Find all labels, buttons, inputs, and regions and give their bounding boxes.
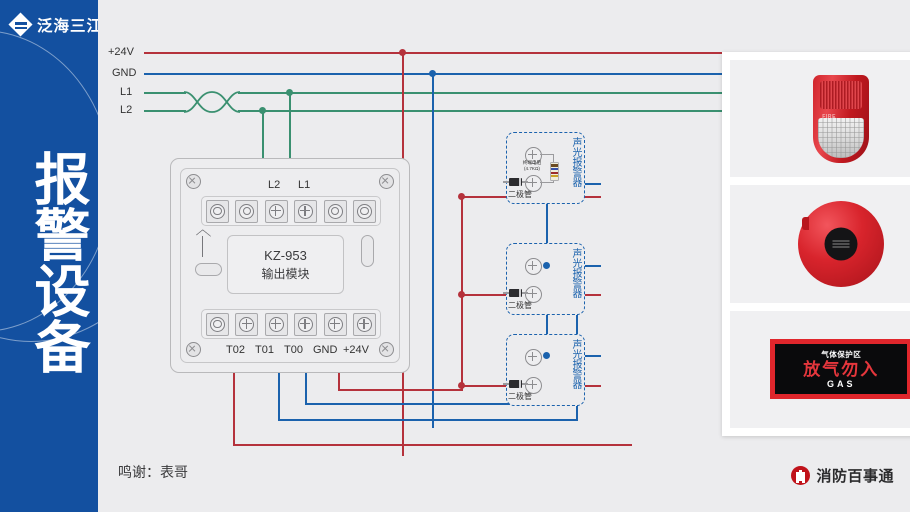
terminal-top-5[interactable] (323, 199, 347, 223)
diode-label-1: 二极管 (508, 190, 532, 199)
device-card-strobe[interactable]: FIRE 非编码声光 (730, 60, 910, 178)
junction-dot-l1 (286, 89, 293, 96)
module-wire-t02 (233, 373, 235, 446)
terminal-label-24v: +24V (343, 344, 369, 356)
gas-sign-image: 气体保护区 放气勿入 GAS (730, 311, 910, 428)
terminal-label-l1: L1 (298, 179, 311, 191)
eol-resistor (550, 162, 559, 181)
sounder-terminal-2a[interactable] (525, 258, 542, 275)
sounder-device-3[interactable]: 声光报警器 二极管 (503, 334, 585, 406)
sounder-device-2[interactable]: 声光报警器 二极管 (503, 243, 585, 315)
orientation-arrow-icon (195, 229, 212, 257)
gas-sign-line3: GAS (826, 379, 856, 390)
junction-dot-l2 (259, 107, 266, 114)
terminal-label-t01: T01 (255, 344, 274, 356)
bus-label-l2: L2 (120, 104, 133, 116)
top-terminal-strip[interactable] (201, 196, 381, 226)
terminal-bottom-t01[interactable] (264, 312, 288, 336)
diode-symbol-3 (503, 380, 528, 388)
page-title: 报警设备 (26, 150, 88, 374)
strobe-sounder-image: FIRE (730, 60, 910, 177)
junction-dot-blue-2 (543, 262, 550, 269)
terminal-label-gnd: GND (313, 344, 338, 356)
terminal-top-l1[interactable] (294, 199, 318, 223)
terminal-bottom-gnd[interactable] (323, 312, 347, 336)
resistor-lead-bottom (540, 182, 554, 184)
module-wire-t01-h (278, 419, 578, 421)
device-card-bell[interactable]: 警铃 (730, 185, 910, 303)
junction-dot-blue-3 (543, 352, 550, 359)
module-screw-br (379, 342, 394, 357)
bottom-terminal-strip[interactable] (201, 309, 381, 339)
bus-label-gnd: GND (112, 67, 137, 79)
terminal-label-l2: L2 (268, 179, 281, 191)
brand-logo: 泛海三江 (8, 12, 98, 37)
bus-wire-l1-left (144, 92, 186, 94)
module-type: 输出模块 (261, 266, 310, 281)
sounder-title-1: 声光报警器 (570, 137, 581, 187)
module-screw-tl (186, 174, 201, 189)
alarm-bell-image (730, 185, 910, 302)
module-nameplate: KZ-953 输出模块 (227, 235, 344, 294)
sounder-terminal-3a[interactable] (525, 349, 542, 366)
wiring-diagram: +24V GND L1 L2 L2 L1 KZ-953 输出模块 T02 T01… (98, 0, 910, 512)
diode-label-3: 二极管 (508, 392, 532, 401)
terminal-top-l2[interactable] (264, 199, 288, 223)
junction-dot-24v (399, 49, 406, 56)
gas-sign-line1: 气体保护区 (821, 350, 862, 360)
diode-symbol-1 (503, 178, 528, 186)
terminal-bottom-t00[interactable] (294, 312, 318, 336)
junction-dot-red-1 (458, 193, 465, 200)
terminal-top-6[interactable] (352, 199, 376, 223)
terminal-label-t00: T00 (284, 344, 303, 356)
fire-logo-icon (791, 466, 811, 485)
resistor-lead-top (540, 154, 554, 156)
diode-symbol-2 (503, 289, 528, 297)
module-screw-bl (186, 342, 201, 357)
module-slot-right (361, 235, 374, 267)
junction-dot-red-3 (458, 382, 465, 389)
sounder-device-1[interactable]: 声光报警器 终端电阻 (4.7KΩ) 二极管 (503, 132, 585, 204)
riser-wire-gnd (432, 73, 434, 428)
credit-text: 鸣谢：表哥 (118, 464, 188, 480)
resistor-label: 终端电阻 (4.7KΩ) (522, 160, 542, 171)
device-panel: FIRE 非编码声光 警铃 气体保护区 放气勿入 (722, 52, 910, 436)
module-wire-gnd-h (338, 389, 463, 391)
slide-root: 泛海三江 报警设备 +24V GND L1 L2 L2 L1 KZ-953 输出… (0, 0, 910, 512)
bus-label-l1: L1 (120, 86, 133, 98)
drop-wire-l1 (289, 92, 291, 160)
diode-label-2: 二极管 (508, 301, 532, 310)
twisted-pair-icon (183, 91, 241, 113)
sounder-title-3: 声光报警器 (570, 339, 581, 389)
module-wire-t01 (278, 373, 280, 421)
footer-logo: 消防百事通 (791, 465, 894, 486)
terminal-label-t02: T02 (226, 344, 245, 356)
bus-label-24v: +24V (108, 46, 134, 58)
footer-logo-text: 消防百事通 (816, 468, 894, 485)
terminal-top-2[interactable] (235, 199, 259, 223)
terminal-bottom-t02[interactable] (235, 312, 259, 336)
brand-name: 泛海三江 (37, 18, 98, 35)
terminal-bottom-24v[interactable] (352, 312, 376, 336)
module-wire-t02-h (233, 444, 632, 446)
gas-sign-line2: 放气勿入 (803, 360, 880, 380)
sidebar: 泛海三江 报警设备 (0, 0, 98, 512)
bus-wire-l2-left (144, 110, 186, 112)
kz953-module[interactable]: L2 L1 KZ-953 输出模块 T02 T01 T00 GND +24V (170, 158, 410, 373)
sounder-title-2: 声光报警器 (570, 248, 581, 298)
device-card-gas-sign[interactable]: 气体保护区 放气勿入 GAS 放气指示灯 (730, 310, 910, 428)
module-screw-tr (379, 174, 394, 189)
module-wire-t00 (305, 373, 307, 405)
drop-wire-l2 (262, 110, 264, 160)
module-slot-left (195, 263, 222, 276)
junction-dot-gnd (429, 70, 436, 77)
junction-dot-red-2 (458, 291, 465, 298)
terminal-bottom-1[interactable] (206, 312, 229, 336)
diamond-logo-icon (8, 12, 33, 37)
terminal-top-1[interactable] (206, 199, 229, 223)
module-model: KZ-953 (264, 247, 307, 263)
